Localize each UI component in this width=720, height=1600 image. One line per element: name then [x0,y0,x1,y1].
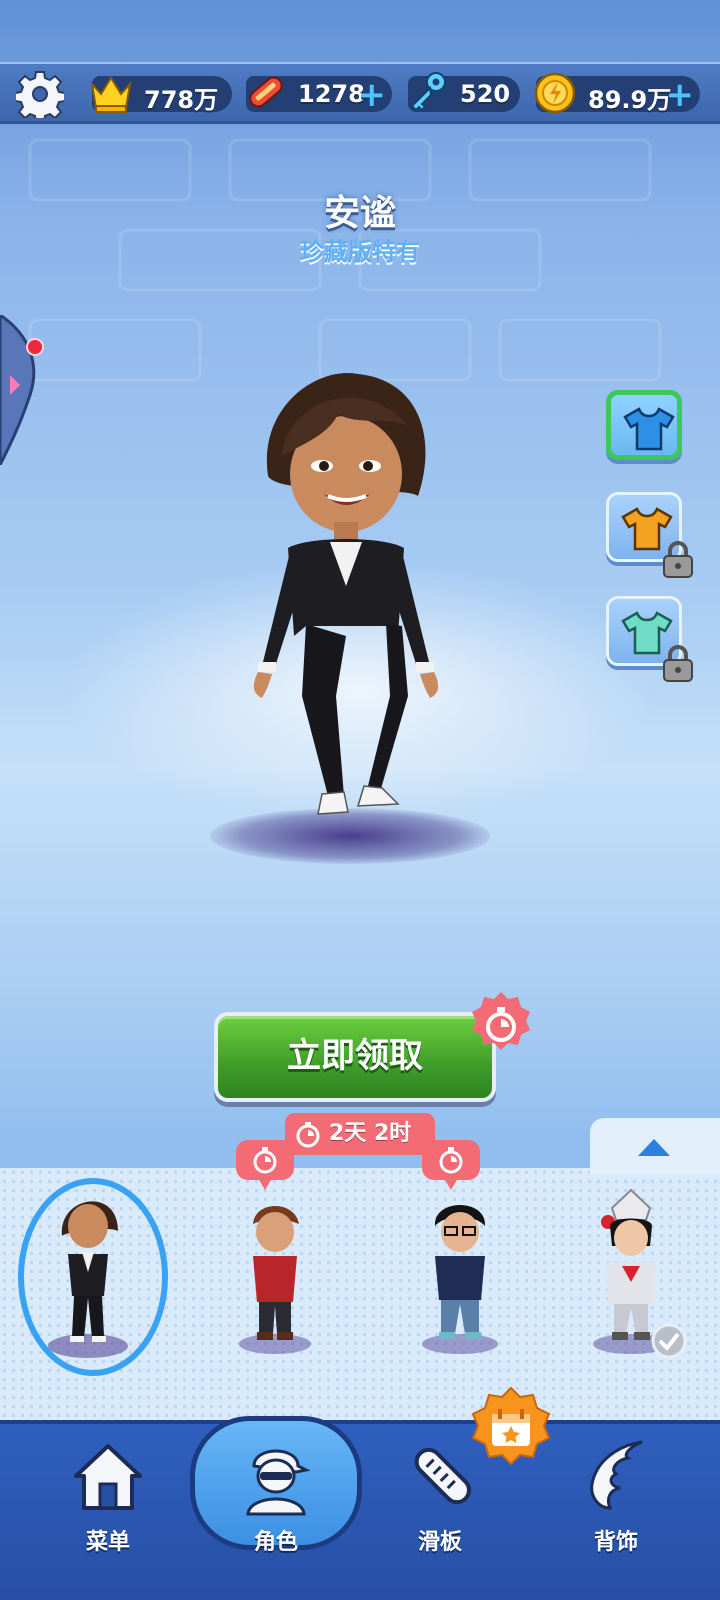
character-thumbnail [239,1206,311,1354]
nav-label-hoverboard: 滑板 [417,1530,462,1555]
outfit-option-2[interactable] [606,492,693,578]
coin-counter[interactable]: 89.9万 + [534,72,700,115]
stopwatch-badge-icon [472,992,530,1050]
coin-icon [534,72,576,114]
stopwatch-icon [296,1122,320,1148]
nav-tab-backpack[interactable]: 背饰 [546,1436,686,1556]
lock-icon [663,645,693,682]
add-coins-plus-icon[interactable]: + [666,75,695,115]
hoverboard-token-icon [249,76,283,108]
outfit-option-1[interactable] [606,390,682,460]
nav-label-menu: 菜单 [85,1530,130,1555]
lock-icon [663,541,693,578]
outfit-option-3[interactable] [606,596,693,682]
character-card-selected[interactable] [8,1178,168,1376]
character-model[interactable] [218,366,478,866]
character-card-3[interactable] [385,1186,525,1366]
character-subtitle: 珍藏版特有 [300,238,420,266]
stopwatch-marker-icon [236,1140,294,1190]
checkmark-icon [651,1323,687,1359]
coin-count: 89.9万 [588,86,672,114]
nav-label-character: 角色 [253,1530,298,1555]
tshirt-icon [623,407,675,451]
character-icon [246,1449,311,1516]
key-counter: 520 [408,72,520,112]
nav-label-backpack: 背饰 [593,1530,638,1555]
hoverboard-count: 1278 [298,80,365,108]
time-remaining-text: 2天 2时 [329,1121,412,1146]
house-icon [74,1444,142,1510]
key-count: 520 [460,80,511,108]
key-icon [410,72,446,112]
time-remaining-badge: 2天 2时 [285,1113,435,1155]
hoverboard-counter[interactable]: 1278 + [246,75,392,115]
stopwatch-marker-icon [422,1140,480,1190]
character-thumbnail [48,1201,128,1358]
character-thumbnail [422,1205,498,1354]
trophy-counter: 778万 [90,76,232,114]
nav-tab-menu[interactable]: 菜单 [38,1436,178,1556]
nav-tab-character[interactable]: 角色 [206,1436,346,1556]
claim-now-button[interactable]: 立即领取 [214,1012,496,1102]
add-hoverboards-plus-icon[interactable]: + [358,75,387,115]
settings-gear-icon[interactable] [16,70,64,118]
expand-strip-tab[interactable] [590,1118,720,1174]
crown-icon [90,76,132,113]
trophy-count: 778万 [144,86,219,114]
notification-dot [26,338,44,356]
character-card-2[interactable] [205,1186,345,1366]
wings-icon [590,1440,643,1510]
chevron-up-icon [638,1139,670,1156]
calendar-event-icon[interactable] [466,1386,556,1476]
character-name: 安谧 [323,193,396,234]
